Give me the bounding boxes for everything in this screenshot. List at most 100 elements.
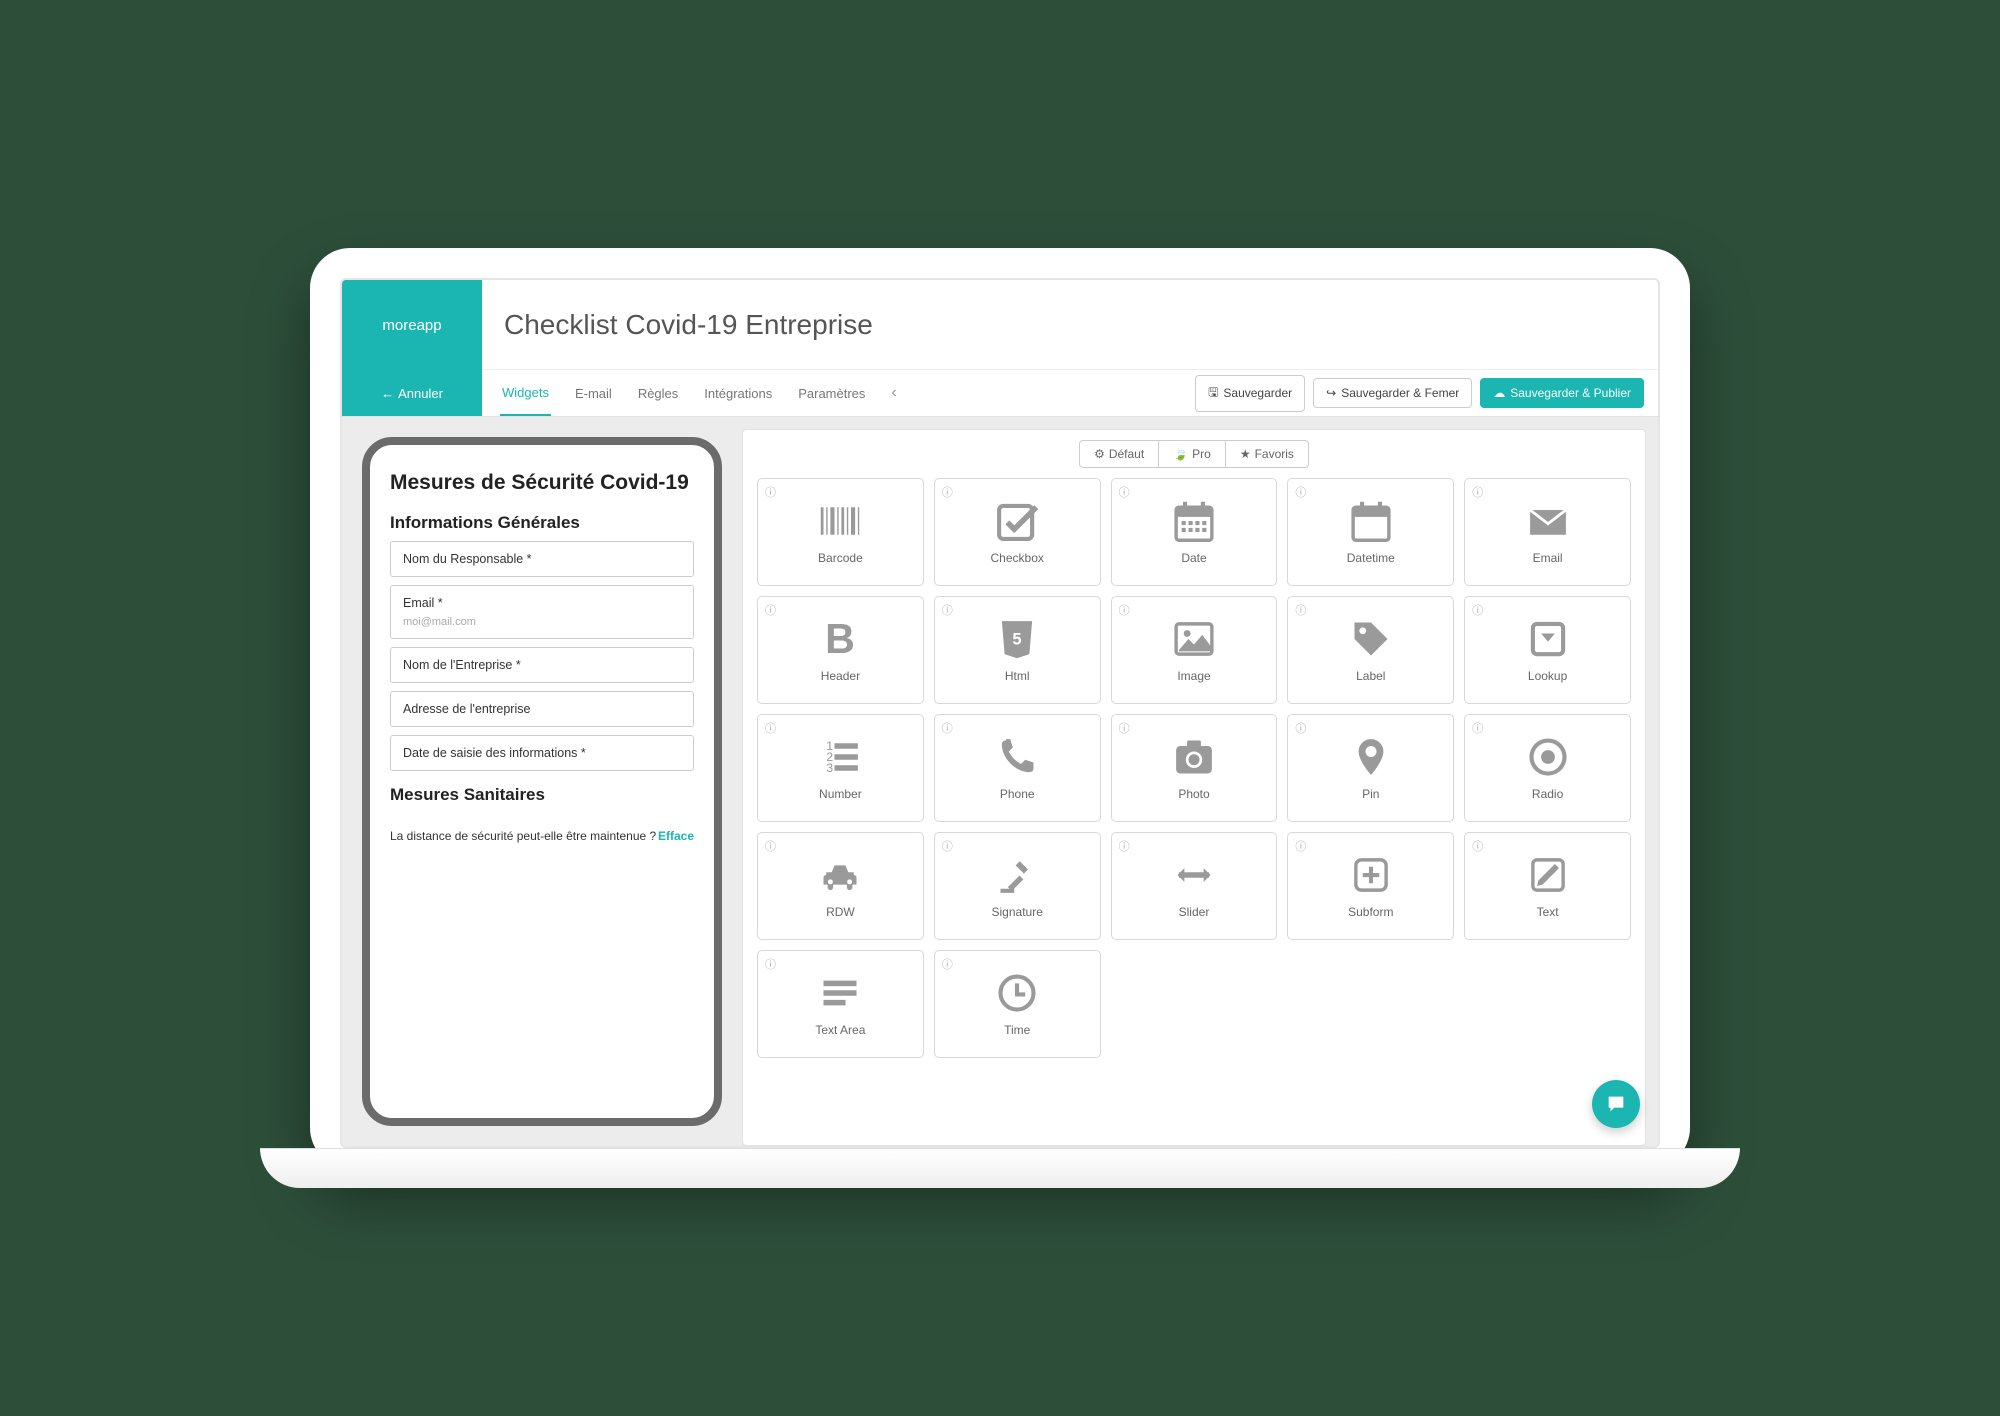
tab-widgets[interactable]: Widgets <box>500 371 551 416</box>
info-icon[interactable]: ⓘ <box>765 838 776 854</box>
widget-textarea[interactable]: ⓘ Text Area <box>757 950 924 1058</box>
back-label: Annuler <box>398 386 443 401</box>
info-icon[interactable]: ⓘ <box>765 956 776 972</box>
chevron-left-icon[interactable]: ‹ <box>885 370 902 416</box>
info-icon[interactable]: ⓘ <box>765 720 776 736</box>
widget-rdw[interactable]: ⓘ RDW <box>757 832 924 940</box>
widget-pin[interactable]: ⓘPin <box>1287 714 1454 822</box>
info-icon[interactable]: ⓘ <box>1472 720 1483 736</box>
logout-icon: ↪ <box>1326 386 1336 400</box>
checkbox-icon <box>995 499 1039 543</box>
field-label: Email * <box>403 596 681 610</box>
form-field[interactable]: Nom du Responsable * <box>390 541 694 577</box>
rdw-icon <box>818 853 862 897</box>
filter-segment: ⚙ Défaut🍃 Pro★ Favoris <box>757 440 1631 468</box>
info-icon[interactable]: ⓘ <box>1295 484 1306 500</box>
widget-text[interactable]: ⓘText <box>1464 832 1631 940</box>
widget-date[interactable]: ⓘ Date <box>1111 478 1278 586</box>
info-icon[interactable]: ⓘ <box>1472 484 1483 500</box>
widget-label: Datetime <box>1347 551 1395 565</box>
info-icon[interactable]: ⓘ <box>765 484 776 500</box>
save-close-label: Sauvegarder & Femer <box>1341 386 1459 400</box>
filter-pro[interactable]: 🍃 Pro <box>1159 441 1226 467</box>
widget-signature[interactable]: ⓘSignature <box>934 832 1101 940</box>
app-screen: moreapp Checklist Covid-19 Entreprise ← … <box>340 278 1660 1148</box>
tab-règles[interactable]: Règles <box>636 372 680 415</box>
info-icon[interactable]: ⓘ <box>1295 720 1306 736</box>
arrow-left-icon: ← <box>381 386 394 401</box>
form-field[interactable]: Date de saisie des informations * <box>390 735 694 771</box>
widget-label[interactable]: ⓘLabel <box>1287 596 1454 704</box>
widget-label: RDW <box>826 905 855 919</box>
save-publish-button[interactable]: ☁ Sauvegarder & Publier <box>1480 378 1644 408</box>
widget-checkbox[interactable]: ⓘCheckbox <box>934 478 1101 586</box>
info-icon[interactable]: ⓘ <box>1295 838 1306 854</box>
info-icon[interactable]: ⓘ <box>1119 838 1130 854</box>
info-icon[interactable]: ⓘ <box>1119 484 1130 500</box>
widget-image[interactable]: ⓘ Image <box>1111 596 1278 704</box>
widget-label: Radio <box>1532 787 1563 801</box>
laptop-frame: moreapp Checklist Covid-19 Entreprise ← … <box>310 248 1690 1168</box>
info-icon[interactable]: ⓘ <box>942 484 953 500</box>
lookup-icon <box>1526 617 1570 661</box>
widget-label: Text Area <box>815 1023 865 1037</box>
back-button[interactable]: ← Annuler <box>342 370 482 416</box>
phone-frame: Mesures de Sécurité Covid-19 Information… <box>362 437 722 1126</box>
email-icon <box>1526 499 1570 543</box>
widget-label: Number <box>819 787 862 801</box>
chat-fab[interactable] <box>1592 1080 1640 1128</box>
textarea-icon <box>818 971 862 1015</box>
image-icon <box>1172 617 1216 661</box>
form-title: Mesures de Sécurité Covid-19 <box>390 471 694 495</box>
widget-label: Image <box>1177 669 1210 683</box>
widget-email[interactable]: ⓘEmail <box>1464 478 1631 586</box>
form-field[interactable]: Nom de l'Entreprise * <box>390 647 694 683</box>
widget-label: Date <box>1181 551 1206 565</box>
clear-link[interactable]: Efface <box>658 829 694 843</box>
info-icon[interactable]: ⓘ <box>942 720 953 736</box>
widget-label: Photo <box>1178 787 1209 801</box>
filter-favoris[interactable]: ★ Favoris <box>1226 441 1308 467</box>
info-icon[interactable]: ⓘ <box>1119 602 1130 618</box>
widget-photo[interactable]: ⓘ Photo <box>1111 714 1278 822</box>
widget-subform[interactable]: ⓘ Subform <box>1287 832 1454 940</box>
info-icon[interactable]: ⓘ <box>942 602 953 618</box>
widget-lookup[interactable]: ⓘ Lookup <box>1464 596 1631 704</box>
widget-label: Lookup <box>1528 669 1567 683</box>
text-icon <box>1526 853 1570 897</box>
tab-e-mail[interactable]: E-mail <box>573 372 614 415</box>
widget-datetime[interactable]: ⓘ Datetime <box>1287 478 1454 586</box>
widget-number[interactable]: ⓘ Number <box>757 714 924 822</box>
save-button[interactable]: 🖫 Sauvegarder <box>1195 375 1305 412</box>
widget-time[interactable]: ⓘ Time <box>934 950 1101 1058</box>
widget-html[interactable]: ⓘHtml <box>934 596 1101 704</box>
tab-intégrations[interactable]: Intégrations <box>702 372 774 415</box>
info-icon[interactable]: ⓘ <box>765 602 776 618</box>
widget-radio[interactable]: ⓘ Radio <box>1464 714 1631 822</box>
form-field[interactable]: Adresse de l'entreprise <box>390 691 694 727</box>
widget-phone[interactable]: ⓘ Phone <box>934 714 1101 822</box>
info-icon[interactable]: ⓘ <box>1295 602 1306 618</box>
info-icon[interactable]: ⓘ <box>942 838 953 854</box>
form-field[interactable]: Email *moi@mail.com <box>390 585 694 639</box>
label-icon <box>1349 617 1393 661</box>
info-icon[interactable]: ⓘ <box>942 956 953 972</box>
widget-label: Time <box>1004 1023 1030 1037</box>
info-icon[interactable]: ⓘ <box>1119 720 1130 736</box>
widget-label: Subform <box>1348 905 1393 919</box>
widget-label: Phone <box>1000 787 1035 801</box>
widget-header[interactable]: ⓘHeader <box>757 596 924 704</box>
save-close-button[interactable]: ↪ Sauvegarder & Femer <box>1313 378 1472 408</box>
tab-paramètres[interactable]: Paramètres <box>796 372 867 415</box>
actions: 🖫 Sauvegarder ↪ Sauvegarder & Femer ☁ Sa… <box>1181 370 1658 416</box>
question-text: La distance de sécurité peut-elle être m… <box>390 829 656 843</box>
save-icon: 🖫 <box>1208 383 1218 404</box>
widget-slider[interactable]: ⓘSlider <box>1111 832 1278 940</box>
save-publish-label: Sauvegarder & Publier <box>1510 386 1631 400</box>
page-title: Checklist Covid-19 Entreprise <box>482 280 1658 370</box>
info-icon[interactable]: ⓘ <box>1472 838 1483 854</box>
info-icon[interactable]: ⓘ <box>1472 602 1483 618</box>
widget-barcode[interactable]: ⓘBarcode <box>757 478 924 586</box>
filter-défaut[interactable]: ⚙ Défaut <box>1080 441 1159 467</box>
phone-icon <box>995 735 1039 779</box>
